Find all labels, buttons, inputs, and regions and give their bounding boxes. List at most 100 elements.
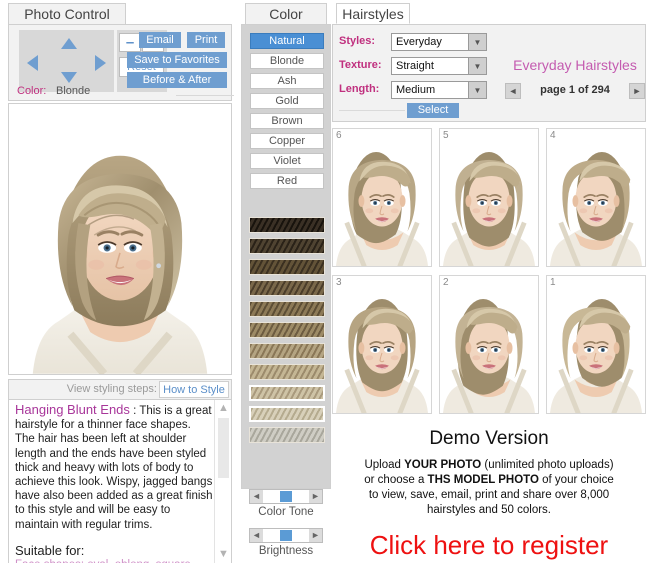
demo-line3: to view, save, email, print and share ov… — [369, 489, 609, 501]
swatch-5[interactable] — [249, 301, 325, 317]
chevron-down-icon[interactable]: ▼ — [468, 82, 486, 98]
texture-select-value: Straight — [396, 60, 434, 72]
chevron-down-icon[interactable]: ▼ — [468, 34, 486, 50]
hairstyle-description-panel: Hanging Blunt Ends : This is a great hai… — [8, 399, 232, 563]
styles-select[interactable]: Everyday ▼ — [391, 33, 487, 51]
styles-select-label: Styles: — [339, 35, 391, 47]
thumbnail-number: 1 — [550, 277, 556, 288]
color-tone-slider[interactable]: ◄ ► — [249, 489, 323, 504]
thumbnail-number: 3 — [336, 277, 342, 288]
hairstyle-thumbnail[interactable]: 5 — [439, 128, 539, 267]
scroll-down-arrow-icon[interactable]: ▼ — [217, 548, 230, 560]
brightness-left-arrow-icon[interactable]: ◄ — [250, 529, 263, 542]
color-button-ash[interactable]: Ash — [250, 73, 324, 89]
scrollbar-thumb[interactable] — [218, 418, 229, 478]
thumbnail-number: 4 — [550, 130, 556, 141]
color-button-blonde[interactable]: Blonde — [250, 53, 324, 69]
length-select[interactable]: Medium ▼ — [391, 81, 487, 99]
demo-your-photo: YOUR PHOTO — [404, 459, 481, 471]
styles-select-value: Everyday — [396, 36, 442, 48]
swatch-1[interactable] — [249, 217, 325, 233]
color-tone-right-arrow-icon[interactable]: ► — [309, 490, 322, 503]
chevron-down-icon[interactable]: ▼ — [468, 58, 486, 74]
pan-down-arrow-icon[interactable] — [61, 72, 77, 83]
thumbnail-figure — [333, 137, 431, 267]
hairstyle-thumbnail[interactable]: 1 — [546, 275, 646, 414]
current-color-label: Color: — [17, 85, 46, 97]
hairstyles-heading: Everyday Hairstyles — [503, 57, 647, 73]
page-indicator: page 1 of 294 — [503, 84, 647, 96]
demo-title: Demo Version — [332, 428, 646, 450]
color-button-copper[interactable]: Copper — [250, 133, 324, 149]
demo-version-footer: Demo Version Upload YOUR PHOTO (unlimite… — [332, 428, 646, 558]
thumbnail-number: 6 — [336, 130, 342, 141]
color-button-brown[interactable]: Brown — [250, 113, 324, 129]
suitable-for-heading: Suitable for: — [15, 544, 213, 558]
demo-model-photo: THS MODEL PHOTO — [428, 474, 539, 486]
swatch-4[interactable] — [249, 280, 325, 296]
pan-left-arrow-icon[interactable] — [27, 55, 38, 71]
brightness-label: Brightness — [241, 545, 331, 557]
print-button[interactable]: Print — [187, 32, 225, 48]
zoom-out-button[interactable]: – — [119, 33, 141, 52]
pan-right-arrow-icon[interactable] — [95, 55, 106, 71]
swatch-10[interactable] — [249, 406, 325, 422]
swatch-3[interactable] — [249, 259, 325, 275]
demo-line2-c: of your choice — [539, 474, 614, 486]
tab-hairstyles[interactable]: Hairstyles — [336, 3, 410, 24]
description-separator: : — [130, 405, 139, 417]
demo-line4: hairstyles and 50 colors. — [427, 504, 551, 516]
email-button[interactable]: Email — [139, 32, 181, 48]
scroll-up-arrow-icon[interactable]: ▲ — [217, 402, 230, 414]
model-photo-frame[interactable] — [8, 103, 232, 375]
swatch-7[interactable] — [249, 343, 325, 359]
description-body: This is a great hairstyle for a thinner … — [15, 405, 213, 531]
select-button[interactable]: Select — [407, 103, 459, 118]
color-tone-label: Color Tone — [241, 506, 331, 518]
swatch-2[interactable] — [249, 238, 325, 254]
color-tone-left-arrow-icon[interactable]: ◄ — [250, 490, 263, 503]
tab-color[interactable]: Color — [245, 3, 327, 24]
how-to-style-button[interactable]: How to Style — [159, 381, 229, 398]
swatch-9[interactable] — [249, 385, 325, 401]
hairstyle-thumbnail[interactable]: 4 — [546, 128, 646, 267]
hairstyle-thumbnail-grid: 6 5 4 3 2 1 — [332, 128, 646, 416]
pan-up-arrow-icon[interactable] — [61, 38, 77, 49]
thumbnail-number: 5 — [443, 130, 449, 141]
brightness-slider-knob[interactable] — [280, 530, 292, 541]
hairstyle-thumbnail[interactable]: 3 — [332, 275, 432, 414]
brightness-right-arrow-icon[interactable]: ► — [309, 529, 322, 542]
description-scrollbar[interactable]: ▲ ▼ — [214, 400, 231, 563]
swatch-11[interactable] — [249, 427, 325, 443]
model-photo — [9, 104, 231, 374]
color-button-violet[interactable]: Violet — [250, 153, 324, 169]
swatch-6[interactable] — [249, 322, 325, 338]
register-link[interactable]: Click here to register — [332, 530, 646, 561]
texture-select-label: Texture: — [339, 59, 391, 71]
thumbnail-figure — [440, 137, 538, 267]
save-to-favorites-button[interactable]: Save to Favorites — [127, 52, 227, 68]
color-button-natural[interactable]: Natural — [250, 33, 324, 49]
color-button-red[interactable]: Red — [250, 173, 324, 189]
hairstyle-studio-app: Photo Control – + Reset Email Print Save… — [0, 0, 650, 563]
demo-line1-a: Upload — [364, 459, 404, 471]
color-tone-slider-knob[interactable] — [280, 491, 292, 502]
hairstyles-panel: Styles:Everyday▼Texture:Straight▼Length:… — [332, 24, 646, 122]
view-styling-steps-label: View styling steps: — [67, 383, 157, 395]
color-button-gold[interactable]: Gold — [250, 93, 324, 109]
hairstyle-thumbnail[interactable]: 2 — [439, 275, 539, 414]
tab-photo-control[interactable]: Photo Control — [8, 3, 126, 24]
swatch-8[interactable] — [249, 364, 325, 380]
thumbnail-number: 2 — [443, 277, 449, 288]
texture-select[interactable]: Straight ▼ — [391, 57, 487, 75]
divider — [339, 110, 405, 111]
suitable-for-line: Face shapes: oval, oblong, square, heart — [15, 558, 213, 563]
demo-line2-a: or choose a — [364, 474, 427, 486]
next-page-arrow-icon[interactable]: ► — [629, 83, 645, 99]
length-select-value: Medium — [396, 84, 435, 96]
hairstyle-thumbnail[interactable]: 6 — [332, 128, 432, 267]
thumbnail-figure — [547, 137, 645, 267]
pan-dpad[interactable] — [19, 30, 114, 92]
brightness-slider[interactable]: ◄ ► — [249, 528, 323, 543]
current-color-value: Blonde — [56, 85, 90, 97]
